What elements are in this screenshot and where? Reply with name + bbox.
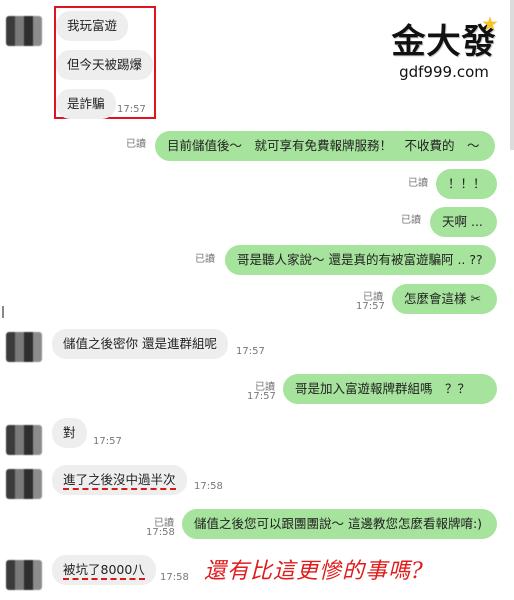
message-bubble-sent: 怎麼會這樣 ✂ — [392, 284, 497, 314]
highlighted-text: 被坑了8000八 — [63, 562, 145, 580]
message-time: 17:58 — [160, 572, 189, 583]
message-bubble-sent: 哥是聽人家說～ 還是真的有被富遊騙阿 .. ?? — [225, 245, 496, 275]
scrollbar-track — [510, 0, 514, 150]
message-bubble-received: 儲值之後密你 還是進群組呢 — [52, 329, 228, 359]
message-bubble-received: 被坑了8000八 — [52, 555, 156, 585]
message-time: 17:57 — [236, 346, 265, 357]
message-bubble-received: 但今天被踢爆 — [56, 50, 154, 80]
avatar[interactable] — [6, 16, 42, 46]
avatar[interactable] — [6, 469, 42, 499]
read-receipt: 已讀 — [126, 139, 146, 150]
logo-brand-text: 金大發 — [391, 22, 497, 62]
message-bubble-received: 是詐騙 — [56, 89, 116, 119]
brand-logo: 金大發 gdf999.com — [388, 14, 500, 81]
logo-site-text: gdf999.com — [399, 63, 489, 81]
read-receipt: 已讀 — [401, 215, 421, 226]
message-time: 17:57 — [247, 391, 276, 402]
message-time: 17:57 — [117, 104, 146, 115]
message-time: 17:58 — [194, 481, 223, 492]
read-receipt: 已讀 — [195, 254, 215, 265]
highlighted-text: 進了之後沒中過半次 — [63, 472, 176, 490]
divider-mark — [2, 306, 4, 318]
message-bubble-sent: ！！！ — [436, 169, 497, 199]
message-time: 17:57 — [93, 436, 122, 447]
read-receipt: 已讀 — [408, 178, 428, 189]
avatar[interactable] — [6, 425, 42, 455]
message-bubble-sent: 儲值之後您可以跟團團說～ 這邊教您怎麼看報牌唷:) — [182, 509, 497, 539]
message-bubble-received: 進了之後沒中過半次 — [52, 465, 187, 495]
message-bubble-sent: 目前儲值後～ 就可享有免費報牌服務！ 不收費的 ～ — [155, 131, 495, 161]
message-time: 17:58 — [146, 527, 175, 538]
message-time: 17:57 — [356, 301, 385, 312]
message-bubble-received: 我玩富遊 — [56, 11, 129, 41]
avatar[interactable] — [6, 560, 42, 590]
message-bubble-sent: 天啊 ... — [430, 207, 497, 237]
message-bubble-received: 對 — [52, 418, 87, 448]
caption-text: 還有比這更慘的事嗎? — [204, 559, 424, 584]
avatar[interactable] — [6, 332, 42, 362]
message-bubble-sent: 哥是加入富遊報牌群組嗎 ？？ — [283, 374, 497, 404]
